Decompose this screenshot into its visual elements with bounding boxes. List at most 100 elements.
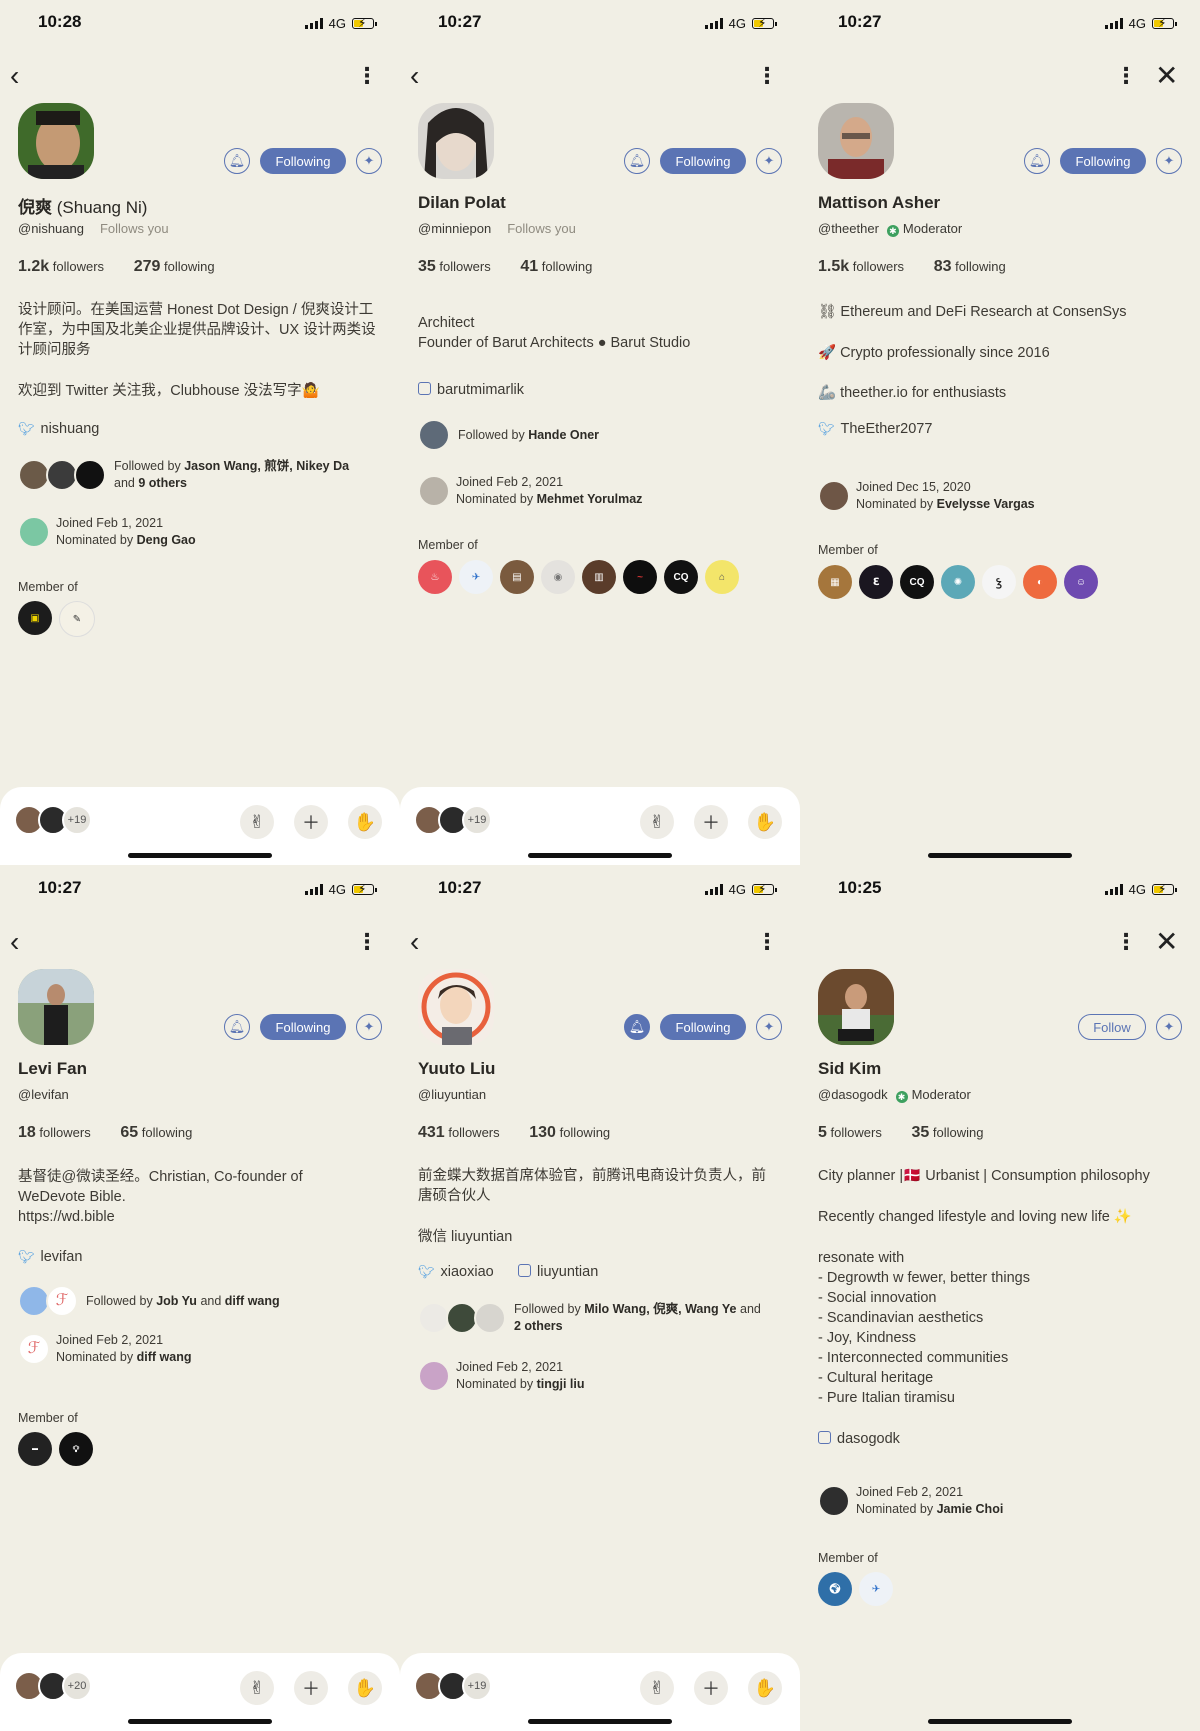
peace-hand-icon[interactable]: ✌ <box>640 1671 674 1705</box>
club-icon[interactable]: ⌂ <box>705 560 739 594</box>
club-icon[interactable]: ▥ <box>582 560 616 594</box>
club-icon[interactable]: ◐ <box>1023 565 1057 599</box>
club-icon[interactable]: ✈ <box>459 560 493 594</box>
back-chevron-icon[interactable]: ‹ <box>10 928 19 956</box>
more-options-icon[interactable]: ⋮ <box>356 928 378 956</box>
sparkle-add-icon[interactable]: ✦ <box>1156 1014 1182 1040</box>
room-avatars[interactable]: +20 <box>14 1671 92 1701</box>
avatar[interactable] <box>418 969 494 1045</box>
room-avatars[interactable]: +19 <box>14 805 92 835</box>
sparkle-add-icon[interactable]: ✦ <box>356 148 382 174</box>
room-avatars[interactable]: +19 <box>414 1671 492 1701</box>
nominator-avatar[interactable] <box>818 480 850 512</box>
followed-by-row[interactable]: Followed by Jason Wang, 煎饼, Nikey Da and … <box>18 458 364 492</box>
following-stat[interactable]: 65 following <box>120 1124 192 1141</box>
club-icon[interactable]: ℇ <box>859 565 893 599</box>
more-options-icon[interactable]: ⋮ <box>1115 928 1137 956</box>
following-button[interactable]: Following <box>260 148 346 174</box>
club-icon[interactable]: ✺ <box>941 565 975 599</box>
following-stat[interactable]: 41 following <box>520 258 592 275</box>
sparkle-add-icon[interactable]: ✦ <box>756 1014 782 1040</box>
followers-stat[interactable]: 431 followers <box>418 1124 500 1141</box>
nominator-avatar[interactable]: ℱ <box>18 1333 50 1365</box>
following-button[interactable]: Following <box>1060 148 1146 174</box>
following-button[interactable]: Following <box>660 148 746 174</box>
followers-stat[interactable]: 1.2k followers <box>18 258 104 275</box>
twitter-link[interactable]: 🐦︎ xiaoxiao <box>418 1264 494 1280</box>
avatar[interactable] <box>18 103 94 179</box>
avatar[interactable] <box>818 969 894 1045</box>
nominator-avatar[interactable] <box>818 1485 850 1517</box>
close-icon[interactable]: ✕ <box>1155 928 1178 956</box>
following-stat[interactable]: 35 following <box>911 1124 983 1141</box>
more-options-icon[interactable]: ⋮ <box>356 62 378 90</box>
club-icon[interactable]: ▦ <box>818 565 852 599</box>
following-stat[interactable]: 279 following <box>134 258 215 275</box>
back-chevron-icon[interactable]: ‹ <box>10 62 19 90</box>
club-icon[interactable]: CQ <box>664 560 698 594</box>
followers-stat[interactable]: 5 followers <box>818 1124 882 1141</box>
raise-hand-icon[interactable]: ✋ <box>748 805 782 839</box>
nominator-avatar[interactable] <box>18 516 50 548</box>
club-icon[interactable]: ▬ <box>18 1432 52 1466</box>
raise-hand-icon[interactable]: ✋ <box>348 1671 382 1705</box>
plus-icon[interactable]: ＋ <box>694 805 728 839</box>
raise-hand-icon[interactable]: ✋ <box>748 1671 782 1705</box>
club-icon[interactable]: Ꝣ <box>982 565 1016 599</box>
plus-icon[interactable]: ＋ <box>694 1671 728 1705</box>
followed-by-row[interactable]: ℱ Followed by Job Yu and diff wang <box>18 1285 336 1317</box>
twitter-link[interactable]: 🐦︎ levifan <box>18 1249 82 1265</box>
sparkle-add-icon[interactable]: ✦ <box>756 148 782 174</box>
twitter-link[interactable]: 🐦︎ nishuang <box>18 421 99 437</box>
followers-stat[interactable]: 18 followers <box>18 1124 91 1141</box>
avatar[interactable] <box>418 103 494 179</box>
avatar[interactable] <box>18 969 94 1045</box>
follow-button[interactable]: Follow <box>1078 1014 1146 1040</box>
following-button[interactable]: Following <box>260 1014 346 1040</box>
peace-hand-icon[interactable]: ✌ <box>240 805 274 839</box>
following-stat[interactable]: 130 following <box>529 1124 610 1141</box>
bell-icon[interactable]: 🔔︎ <box>1024 148 1050 174</box>
bell-icon[interactable]: 🔔︎ <box>624 148 650 174</box>
sparkle-add-icon[interactable]: ✦ <box>1156 148 1182 174</box>
bell-icon[interactable]: 🔔︎ <box>224 1014 250 1040</box>
club-icon[interactable]: ▣ <box>18 601 52 635</box>
club-icon[interactable]: ☺ <box>1064 565 1098 599</box>
peace-hand-icon[interactable]: ✌ <box>240 1671 274 1705</box>
following-stat[interactable]: 83 following <box>934 258 1006 275</box>
more-options-icon[interactable]: ⋮ <box>1115 62 1137 90</box>
nominator-avatar[interactable] <box>418 475 450 507</box>
more-options-icon[interactable]: ⋮ <box>756 928 778 956</box>
followers-stat[interactable]: 35 followers <box>418 258 491 275</box>
instagram-link[interactable]: liuyuntian <box>518 1264 598 1280</box>
club-icon[interactable]: ✎ <box>59 601 95 637</box>
bell-icon[interactable]: 🔔︎ <box>224 148 250 174</box>
instagram-link[interactable]: dasogodk <box>818 1431 900 1447</box>
plus-icon[interactable]: ＋ <box>294 805 328 839</box>
raise-hand-icon[interactable]: ✋ <box>348 805 382 839</box>
bell-icon[interactable]: 🔔︎ <box>624 1014 650 1040</box>
peace-hand-icon[interactable]: ✌ <box>640 805 674 839</box>
club-icon[interactable]: ◉ <box>541 560 575 594</box>
followed-by-row[interactable]: Followed by Hande Oner <box>418 419 708 451</box>
plus-icon[interactable]: ＋ <box>294 1671 328 1705</box>
club-icon[interactable]: 🌍︎ <box>818 1572 852 1606</box>
club-icon[interactable]: 💡︎ <box>59 1432 93 1466</box>
close-icon[interactable]: ✕ <box>1155 62 1178 90</box>
club-icon[interactable]: ♨ <box>418 560 452 594</box>
back-chevron-icon[interactable]: ‹ <box>410 928 419 956</box>
nominator-avatar[interactable] <box>418 1360 450 1392</box>
back-chevron-icon[interactable]: ‹ <box>410 62 419 90</box>
avatar[interactable] <box>818 103 894 179</box>
following-button[interactable]: Following <box>660 1014 746 1040</box>
sparkle-add-icon[interactable]: ✦ <box>356 1014 382 1040</box>
more-options-icon[interactable]: ⋮ <box>756 62 778 90</box>
room-avatars[interactable]: +19 <box>414 805 492 835</box>
club-icon[interactable]: ✈ <box>859 1572 893 1606</box>
followed-by-row[interactable]: Followed by Milo Wang, 倪爽, Wang Ye and 2 … <box>418 1301 784 1335</box>
club-icon[interactable]: CQ <box>900 565 934 599</box>
club-icon[interactable]: ▤ <box>500 560 534 594</box>
twitter-link[interactable]: 🐦︎ TheEther2077 <box>818 421 932 437</box>
instagram-link[interactable]: barutmimarlik <box>418 382 524 398</box>
club-icon[interactable]: ~ <box>623 560 657 594</box>
